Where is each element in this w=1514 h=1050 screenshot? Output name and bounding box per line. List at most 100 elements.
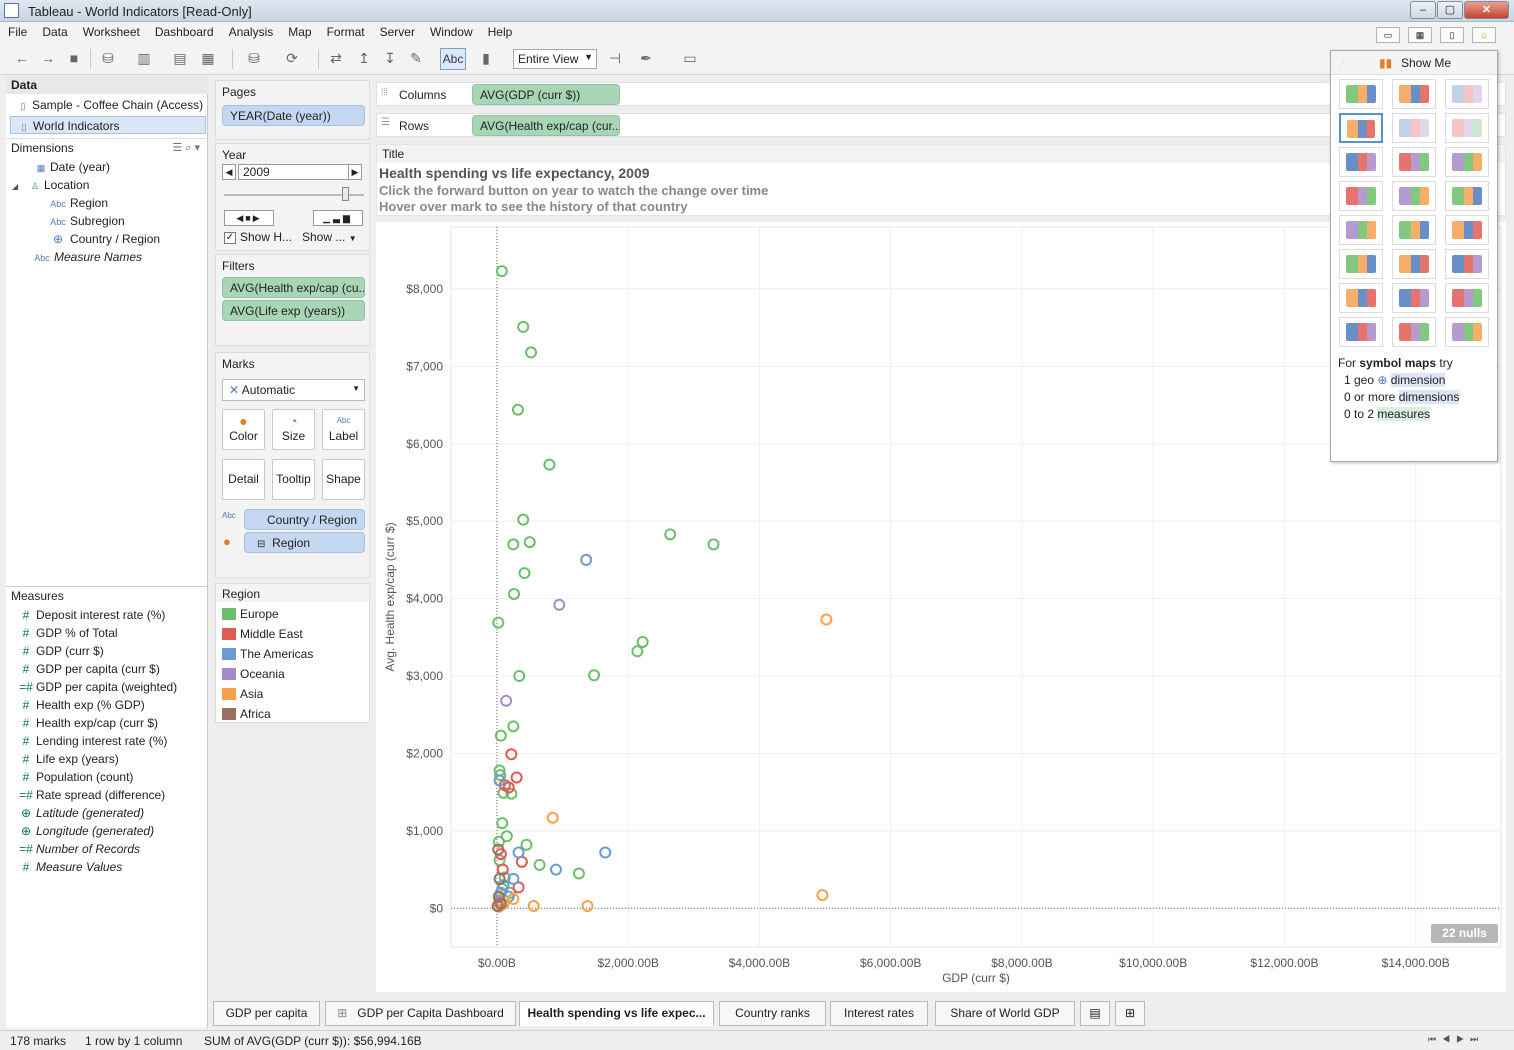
tab-gdp-per-capita-dashboard[interactable]: ⊞ GDP per Capita Dashboard — [325, 1001, 516, 1026]
field-longitude[interactable]: ⊕ Longitude (generated) — [16, 822, 177, 840]
field-country-region[interactable]: ⊕ Country / Region — [46, 230, 160, 248]
filter-pill-health-exp[interactable]: AVG(Health exp/cap (cu.. — [222, 277, 365, 298]
back-icon[interactable]: ← — [12, 49, 32, 67]
pages-pill[interactable]: YEAR(Date (year)) — [222, 105, 365, 126]
marks-pill-region[interactable]: ⊟ Region — [244, 532, 365, 553]
show-me-chart-option[interactable] — [1339, 113, 1383, 143]
field-population[interactable]: # Population (count) — [16, 768, 177, 786]
fix-axes-icon[interactable]: ⊣ — [605, 49, 625, 67]
show-dropdown[interactable]: Show ... ▼ — [302, 230, 357, 244]
show-me-chart-option[interactable] — [1339, 181, 1383, 211]
tab-share-of-world-gdp[interactable]: Share of World GDP — [935, 1001, 1075, 1026]
tab-gdp-per-capita[interactable]: GDP per capita — [213, 1001, 320, 1026]
field-life-exp[interactable]: # Life exp (years) — [16, 750, 177, 768]
pen-icon[interactable]: ✒ — [636, 49, 656, 67]
show-me-chart-option[interactable] — [1445, 249, 1489, 279]
presentation-icon[interactable]: ▮ — [476, 49, 496, 67]
color-button[interactable]: ● Color — [222, 409, 265, 450]
size-button[interactable]: ◔ Size — [272, 409, 315, 450]
menu-window[interactable]: Window — [422, 22, 480, 39]
playback-controls[interactable]: ◀■▶ — [224, 210, 274, 226]
presentation-mode-icon[interactable]: ▭ — [680, 49, 700, 67]
tab-health-spending[interactable]: Health spending vs life expec... — [519, 1001, 714, 1026]
highlight-icon[interactable]: ✎ — [406, 49, 426, 67]
show-me-chart-option[interactable] — [1392, 249, 1436, 279]
field-lending-interest-rate[interactable]: # Lending interest rate (%) — [16, 732, 177, 750]
menu-format[interactable]: Format — [319, 22, 372, 39]
sheet-navigation-icons[interactable]: ⏮◀▶⏭ — [1428, 1034, 1484, 1045]
show-me-header[interactable]: ⋰ ▮▮ Show Me — [1331, 51, 1497, 75]
show-me-chart-option[interactable] — [1445, 317, 1489, 347]
show-me-chart-option[interactable] — [1339, 147, 1383, 177]
legend-item-africa[interactable]: Africa — [222, 704, 313, 724]
next-page-button[interactable]: ▶ — [348, 164, 362, 180]
field-gdp-per-capita-weighted[interactable]: =# GDP per capita (weighted) — [16, 678, 177, 696]
datasource-coffee-chain[interactable]: ▯ Sample - Coffee Chain (Access) — [14, 96, 204, 114]
collapse-icon[interactable]: ⊟ — [257, 539, 265, 550]
maximize-button[interactable]: ▢ — [1437, 1, 1463, 19]
year-dropdown[interactable]: 2009▼ — [238, 164, 360, 180]
show-me-chart-option[interactable] — [1445, 215, 1489, 245]
clear-sheet-icon[interactable]: ▦ — [198, 49, 218, 67]
pause-updates-icon[interactable]: ⛁ — [244, 49, 264, 67]
new-worksheet-tab[interactable]: ▤ — [1080, 1001, 1110, 1026]
show-me-chart-option[interactable] — [1339, 317, 1383, 347]
menu-file[interactable]: File — [0, 22, 34, 39]
field-rate-spread[interactable]: =# Rate spread (difference) — [16, 786, 177, 804]
mark-type-dropdown[interactable]: ✕ Automatic ▼ — [222, 379, 365, 401]
previous-page-button[interactable]: ◀ — [222, 164, 236, 180]
duplicate-sheet-icon[interactable]: ▤ — [170, 49, 190, 67]
field-gdp-pct-total[interactable]: # GDP % of Total — [16, 624, 177, 642]
minimize-button[interactable]: – — [1410, 1, 1436, 19]
collapse-triangle-icon[interactable]: ◢ — [12, 178, 26, 196]
detail-button[interactable]: Detail — [222, 459, 265, 500]
columns-pill-gdp[interactable]: AVG(GDP (curr $)) — [472, 84, 620, 105]
sort-ascending-icon[interactable]: ↥ — [354, 49, 374, 67]
view-options-icon[interactable]: ☰ ⌕ ▾ — [172, 141, 200, 155]
menu-help[interactable]: Help — [480, 22, 520, 39]
tab-interest-rates[interactable]: Interest rates — [830, 1001, 928, 1026]
speed-controls[interactable]: ▁▃▆ — [313, 210, 363, 226]
show-me-chart-option[interactable] — [1339, 283, 1383, 313]
field-health-exp-pct[interactable]: # Health exp (% GDP) — [16, 696, 177, 714]
legend-item-middle-east[interactable]: Middle East — [222, 624, 313, 644]
legend-item-europe[interactable]: Europe — [222, 604, 313, 624]
show-me-chart-option[interactable] — [1392, 79, 1436, 109]
menu-worksheet[interactable]: Worksheet — [75, 22, 147, 39]
field-measure-names[interactable]: Abc Measure Names — [30, 248, 142, 266]
field-number-of-records[interactable]: =# Number of Records — [16, 840, 177, 858]
view-tab-icon-3[interactable]: ▯ — [1440, 27, 1464, 43]
refresh-icon[interactable]: ⟳ — [282, 49, 302, 67]
new-worksheet-icon[interactable]: ▥ — [134, 49, 154, 67]
legend-item-the-americas[interactable]: The Americas — [222, 644, 313, 664]
forward-icon[interactable]: → — [38, 49, 58, 67]
close-button[interactable]: ✕ — [1464, 1, 1509, 19]
sort-descending-icon[interactable]: ↧ — [380, 49, 400, 67]
database-icon[interactable]: ⛁ — [98, 49, 118, 67]
view-tab-icon-2[interactable]: ▦ — [1408, 27, 1432, 43]
filter-pill-life-exp[interactable]: AVG(Life exp (years)) — [222, 300, 365, 321]
show-me-chart-option[interactable] — [1339, 249, 1383, 279]
swap-icon[interactable]: ⇄ — [326, 49, 346, 67]
rows-pill-health-exp[interactable]: AVG(Health exp/cap (cur.. — [472, 115, 620, 136]
legend-item-asia[interactable]: Asia — [222, 684, 313, 704]
show-me-chart-option[interactable] — [1339, 215, 1383, 245]
view-tab-icon-1[interactable]: ▭ — [1376, 27, 1400, 43]
field-subregion[interactable]: Abc Subregion — [46, 212, 124, 230]
field-location[interactable]: ◢ ♙ Location — [12, 176, 89, 194]
home-icon[interactable]: ⌂ — [1472, 27, 1496, 43]
menu-dashboard[interactable]: Dashboard — [147, 22, 221, 39]
marks-pill-country-region[interactable]: Country / Region — [244, 509, 365, 530]
show-me-chart-option[interactable] — [1392, 283, 1436, 313]
menu-map[interactable]: Map — [280, 22, 318, 39]
show-me-chart-option[interactable] — [1392, 113, 1436, 143]
fit-dropdown[interactable]: Entire View ▼ — [513, 49, 597, 69]
field-deposit-interest-rate[interactable]: # Deposit interest rate (%) — [16, 606, 177, 624]
save-icon[interactable]: ■ — [64, 49, 84, 67]
tab-country-ranks[interactable]: Country ranks — [719, 1001, 826, 1026]
menu-analysis[interactable]: Analysis — [221, 22, 281, 39]
show-me-chart-option[interactable] — [1392, 317, 1436, 347]
show-me-chart-option[interactable] — [1445, 113, 1489, 143]
new-dashboard-tab[interactable]: ⊞ — [1115, 1001, 1145, 1026]
show-history-checkbox[interactable]: ✓ — [224, 232, 236, 244]
